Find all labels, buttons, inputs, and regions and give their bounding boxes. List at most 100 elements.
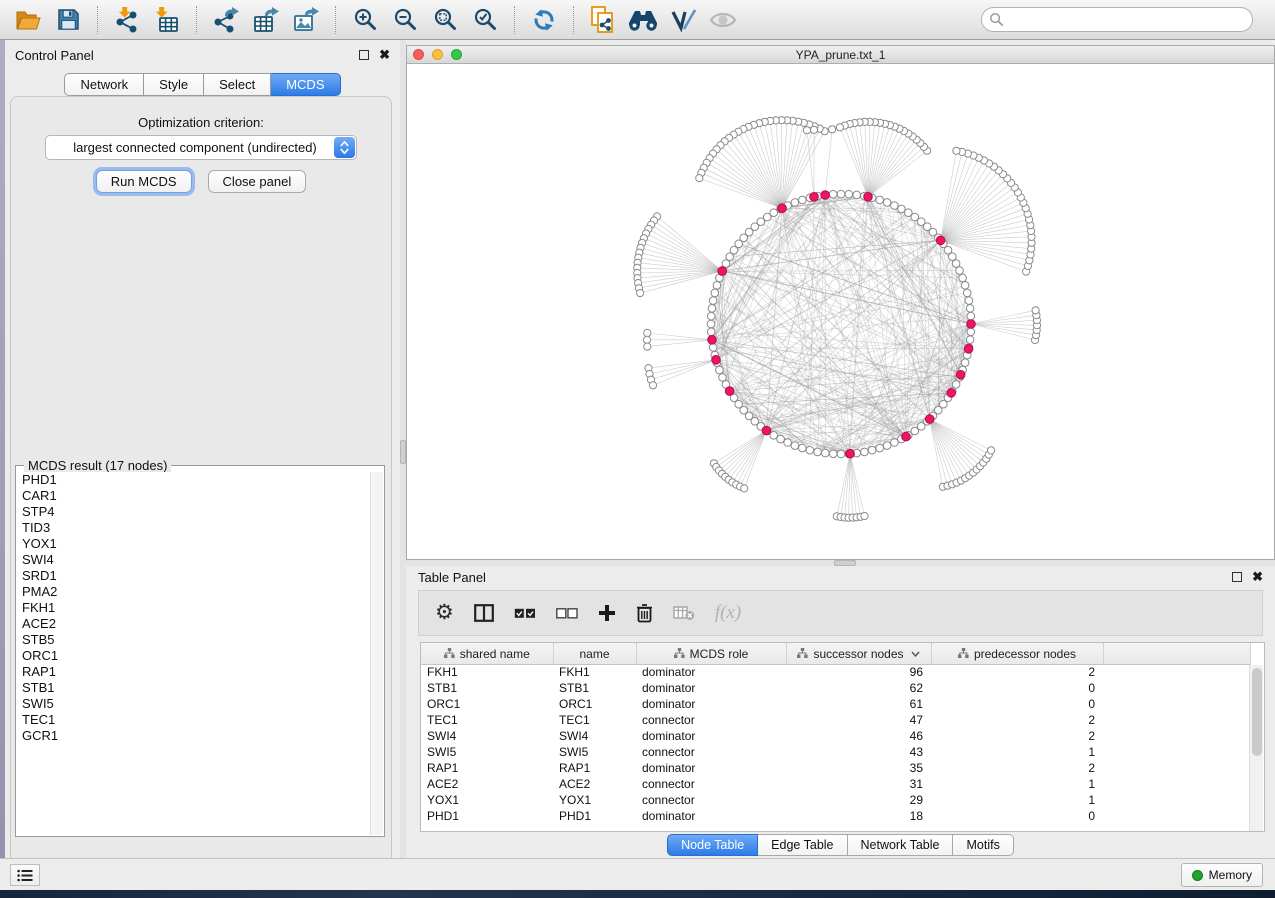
mcds-result-item[interactable]: FKH1: [16, 600, 369, 616]
mcds-list-scrollbar[interactable]: [370, 472, 383, 835]
network-node[interactable]: [1032, 307, 1039, 314]
network-node[interactable]: [637, 290, 644, 297]
zoom-fit-button[interactable]: [425, 3, 465, 37]
mcds-result-item[interactable]: TID3: [16, 520, 369, 536]
network-node[interactable]: [883, 199, 891, 207]
network-node[interactable]: [959, 274, 967, 282]
network-node[interactable]: [876, 196, 884, 204]
tab-motifs[interactable]: Motifs: [953, 834, 1013, 856]
network-node[interactable]: [643, 336, 650, 343]
delete-column-button[interactable]: [636, 596, 653, 630]
mcds-result-item[interactable]: SWI5: [16, 696, 369, 712]
network-node[interactable]: [707, 320, 715, 328]
column-header-successor-nodes[interactable]: successor nodes: [786, 643, 931, 664]
network-node[interactable]: [644, 343, 651, 350]
mcds-hub-node[interactable]: [718, 267, 727, 276]
network-node[interactable]: [810, 126, 817, 133]
mcds-result-item[interactable]: ACE2: [16, 616, 369, 632]
float-panel-icon[interactable]: [1232, 572, 1242, 582]
network-node[interactable]: [713, 282, 721, 290]
table-row[interactable]: SWI5SWI5connector431: [421, 744, 1250, 760]
network-node[interactable]: [709, 297, 717, 305]
export-table-button[interactable]: [246, 3, 286, 37]
show-graphics-details-button[interactable]: [703, 3, 743, 37]
network-node[interactable]: [963, 289, 971, 297]
new-network-from-selection-button[interactable]: [583, 3, 623, 37]
close-panel-button[interactable]: Close panel: [208, 170, 307, 193]
float-panel-icon[interactable]: [359, 50, 369, 60]
table-row[interactable]: FKH1FKH1dominator962: [421, 664, 1250, 680]
table-settings-button[interactable]: ⚙: [435, 596, 454, 630]
table-row[interactable]: ACE2ACE2connector311: [421, 776, 1250, 792]
mcds-hub-node[interactable]: [725, 387, 734, 396]
network-node[interactable]: [777, 435, 785, 443]
table-row[interactable]: YOX1YOX1connector291: [421, 792, 1250, 808]
network-node[interactable]: [708, 305, 716, 313]
mcds-hub-node[interactable]: [762, 426, 771, 435]
network-node[interactable]: [799, 444, 807, 452]
network-node[interactable]: [716, 366, 724, 374]
column-visibility-button[interactable]: [474, 596, 494, 630]
export-image-button[interactable]: [286, 3, 326, 37]
mcds-hub-node[interactable]: [925, 415, 934, 424]
network-node[interactable]: [952, 381, 960, 389]
network-node[interactable]: [822, 449, 830, 457]
mcds-result-item[interactable]: GCR1: [16, 728, 369, 744]
network-node[interactable]: [966, 336, 974, 344]
mcds-result-item[interactable]: SRD1: [16, 568, 369, 584]
add-column-button[interactable]: [598, 596, 616, 630]
network-node[interactable]: [837, 450, 845, 458]
mcds-hub-node[interactable]: [708, 336, 717, 345]
network-node[interactable]: [891, 439, 899, 447]
mcds-result-list[interactable]: PHD1CAR1STP4TID3YOX1SWI4SRD1PMA2FKH1ACE2…: [16, 472, 369, 835]
table-row[interactable]: SWI4SWI4dominator462: [421, 728, 1250, 744]
search-input[interactable]: [1004, 13, 1245, 27]
zoom-selected-button[interactable]: [465, 3, 505, 37]
network-node[interactable]: [853, 191, 861, 199]
refresh-button[interactable]: [524, 3, 564, 37]
tab-mcds[interactable]: MCDS: [271, 73, 340, 96]
column-header-predecessor-nodes[interactable]: predecessor nodes: [931, 643, 1103, 664]
network-node[interactable]: [967, 328, 975, 336]
network-node[interactable]: [719, 374, 727, 382]
mcds-result-item[interactable]: PHD1: [16, 472, 369, 488]
deselect-all-rows-button[interactable]: [556, 596, 578, 630]
network-node[interactable]: [799, 196, 807, 204]
mcds-hub-node[interactable]: [902, 432, 911, 441]
network-node[interactable]: [829, 126, 836, 133]
network-canvas[interactable]: [407, 64, 1274, 559]
network-node[interactable]: [741, 485, 748, 492]
network-node[interactable]: [965, 297, 973, 305]
mcds-hub-node[interactable]: [936, 236, 945, 245]
import-table-button[interactable]: [147, 3, 187, 37]
network-node[interactable]: [905, 209, 913, 217]
mcds-result-item[interactable]: SWI4: [16, 552, 369, 568]
network-node[interactable]: [791, 442, 799, 450]
mcds-result-item[interactable]: PMA2: [16, 584, 369, 600]
table-row[interactable]: ORC1ORC1dominator610: [421, 696, 1250, 712]
column-header-MCDS-role[interactable]: MCDS role: [636, 643, 786, 664]
mcds-hub-node[interactable]: [821, 191, 830, 200]
hide-graphics-details-button[interactable]: [663, 3, 703, 37]
network-window-titlebar[interactable]: YPA_prune.txt_1: [407, 46, 1274, 64]
network-node[interactable]: [961, 359, 969, 367]
table-row[interactable]: PHD1PHD1dominator180: [421, 808, 1250, 824]
network-node[interactable]: [966, 305, 974, 313]
table-row[interactable]: RAP1RAP1dominator352: [421, 760, 1250, 776]
run-mcds-button[interactable]: Run MCDS: [96, 170, 192, 193]
network-node[interactable]: [952, 260, 960, 268]
mcds-result-item[interactable]: CAR1: [16, 488, 369, 504]
mcds-hub-node[interactable]: [846, 449, 855, 458]
tab-select[interactable]: Select: [204, 73, 271, 96]
save-session-button[interactable]: [48, 3, 88, 37]
network-node[interactable]: [784, 439, 792, 447]
table-row[interactable]: STB1STB1dominator620: [421, 680, 1250, 696]
network-node[interactable]: [649, 382, 656, 389]
network-node[interactable]: [707, 328, 715, 336]
network-node[interactable]: [711, 289, 719, 297]
network-node[interactable]: [953, 147, 960, 154]
mcds-hub-node[interactable]: [712, 356, 721, 365]
network-node[interactable]: [967, 312, 975, 320]
mcds-result-item[interactable]: ORC1: [16, 648, 369, 664]
table-row[interactable]: TEC1TEC1connector472: [421, 712, 1250, 728]
